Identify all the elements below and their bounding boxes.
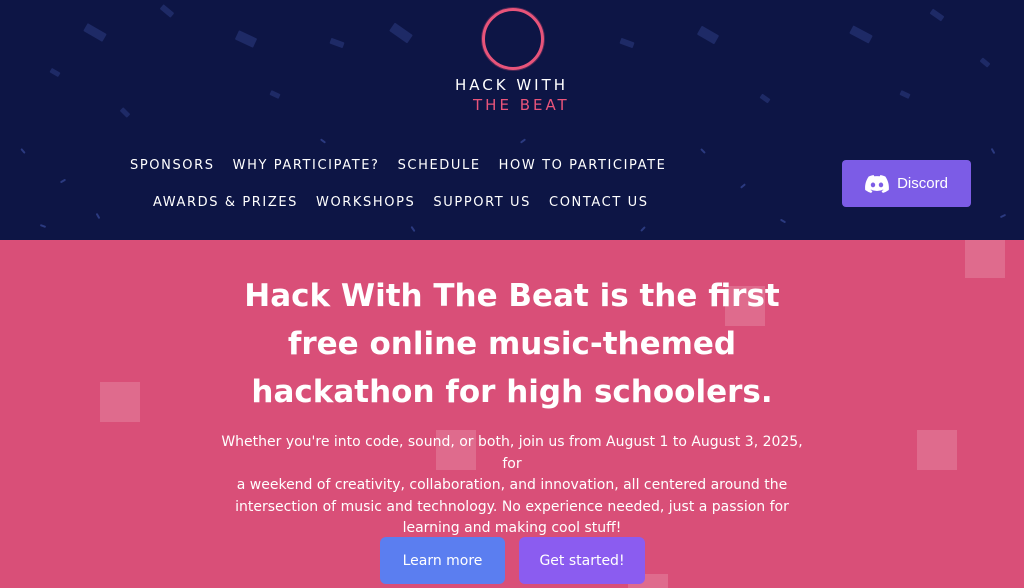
nav-link-sponsors[interactable]: SPONSORS (130, 158, 215, 173)
confetti-decoration (759, 93, 771, 104)
confetti-decoration (779, 218, 787, 224)
discord-icon (865, 174, 889, 193)
confetti-decoration (329, 37, 345, 49)
confetti-decoration (640, 226, 646, 232)
confetti-decoration (519, 138, 527, 144)
hero-title: Hack With The Beat is the first free onl… (212, 272, 812, 416)
confetti-decoration (234, 30, 258, 48)
hero-description-line: learning and making cool stuff! (402, 520, 622, 536)
hero-title-line: hackathon for high schoolers. (251, 374, 773, 410)
confetti-decoration (410, 225, 416, 233)
confetti-decoration (990, 147, 996, 155)
confetti-decoration (389, 22, 413, 44)
confetti-decoration (49, 67, 61, 78)
confetti-decoration (39, 224, 47, 228)
hero-description-line: intersection of music and technology. No… (235, 498, 789, 515)
nav-link-awards-prizes[interactable]: AWARDS & PRIZES (153, 195, 298, 210)
confetti-decoration (269, 90, 281, 99)
confetti-decoration (319, 138, 327, 144)
confetti-decoration (899, 90, 911, 99)
soundwave-icon (496, 22, 531, 56)
confetti-decoration (700, 148, 706, 154)
nav-link-how-to-participate[interactable]: HOW TO PARTICIPATE (499, 158, 667, 173)
confetti-decoration (979, 57, 991, 68)
confetti-decoration (159, 4, 175, 18)
confetti-decoration (119, 107, 131, 118)
square-decoration (965, 240, 1005, 278)
confetti-decoration (619, 37, 635, 49)
logo-icon[interactable] (482, 8, 544, 70)
hero-description: Whether you're into code, sound, or both… (212, 432, 812, 540)
hero-description-line: a weekend of creativity, collaboration, … (236, 477, 788, 493)
hero-description-line: Whether you're into code, sound, or both… (221, 434, 803, 472)
square-decoration (100, 382, 140, 422)
nav-row-primary: SPONSORS WHY PARTICIPATE? SCHEDULE HOW T… (130, 158, 685, 173)
square-decoration (917, 430, 957, 470)
learn-more-button[interactable]: Learn more (380, 537, 505, 584)
site-header: HACK WITH THE BEAT SPONSORS WHY PARTICIP… (0, 0, 1024, 240)
confetti-decoration (20, 148, 26, 154)
hero-title-line: Hack With The Beat is the first (244, 278, 780, 314)
discord-button-label: Discord (897, 175, 948, 192)
nav-link-why-participate[interactable]: WHY PARTICIPATE? (233, 158, 380, 173)
confetti-decoration (999, 213, 1007, 219)
nav-link-support-us[interactable]: SUPPORT US (433, 195, 531, 210)
nav-link-workshops[interactable]: WORKSHOPS (316, 195, 415, 210)
confetti-decoration (95, 212, 101, 220)
confetti-decoration (59, 178, 67, 184)
nav-row-secondary: AWARDS & PRIZES WORKSHOPS SUPPORT US CON… (153, 195, 667, 210)
hero-section: Hack With The Beat is the first free onl… (0, 240, 1024, 588)
confetti-decoration (740, 183, 746, 189)
get-started-button[interactable]: Get started! (519, 537, 645, 584)
hero-title-line: free online music-themed (287, 326, 737, 362)
confetti-decoration (849, 25, 873, 44)
nav-link-schedule[interactable]: SCHEDULE (398, 158, 481, 173)
discord-button[interactable]: Discord (842, 160, 971, 207)
confetti-decoration (696, 25, 720, 45)
nav-link-contact-us[interactable]: CONTACT US (549, 195, 649, 210)
logo-text-line1: HACK WITH (455, 76, 569, 94)
confetti-decoration (929, 8, 945, 22)
confetti-decoration (83, 23, 107, 42)
logo-text-line2: THE BEAT (473, 96, 570, 114)
